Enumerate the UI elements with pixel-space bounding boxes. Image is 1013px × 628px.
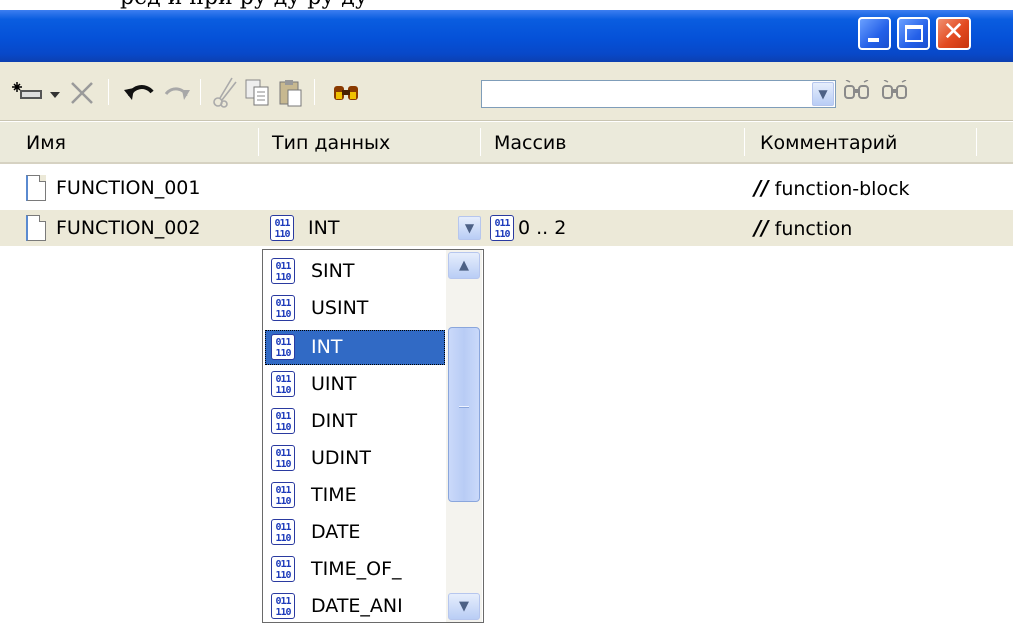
column-divider[interactable]: [744, 128, 745, 156]
column-divider[interactable]: [258, 128, 259, 156]
column-name[interactable]: Имя: [18, 122, 66, 162]
list-item[interactable]: 011 110 TIME: [265, 478, 445, 513]
search-input[interactable]: [482, 81, 800, 107]
new-var-icon[interactable]: [12, 82, 46, 104]
column-divider[interactable]: [976, 128, 977, 156]
redo-icon[interactable]: [162, 82, 192, 104]
delete-icon[interactable]: [68, 79, 96, 107]
row-name: FUNCTION_002: [56, 217, 201, 239]
list-item[interactable]: 011 110 USINT: [265, 291, 445, 326]
toolbar: ▼: [0, 62, 1013, 121]
scroll-down-button[interactable]: ▼: [448, 593, 480, 620]
scroll-thumb[interactable]: [448, 327, 480, 502]
data-type-icon: 011 110: [271, 371, 295, 397]
list-item[interactable]: 011 110 UINT: [265, 367, 445, 402]
close-button[interactable]: ✕: [936, 17, 971, 50]
find-prev-icon[interactable]: [842, 80, 872, 106]
type-combobox[interactable]: 011 110 INT ▼: [264, 211, 484, 245]
search-dropdown-button[interactable]: ▼: [812, 82, 834, 106]
comment-marker: //: [754, 216, 769, 240]
document-text-strip: ред и при ру ду ру ду: [0, 0, 1013, 10]
toolbar-separator: [200, 79, 201, 105]
document-icon: [26, 215, 46, 241]
data-type-icon: 011 110: [271, 519, 295, 545]
data-type-icon: 011 110: [271, 334, 295, 360]
list-item[interactable]: 011 110 DINT: [265, 404, 445, 439]
chevron-down-icon: ▼: [459, 599, 469, 614]
find-next-icon[interactable]: [880, 80, 910, 106]
column-array[interactable]: Массив: [486, 122, 566, 162]
column-divider[interactable]: [480, 128, 481, 156]
type-combobox-button[interactable]: ▼: [458, 216, 481, 240]
document-text: ред и при ру ду ру ду: [120, 0, 368, 10]
toolbar-separator: [314, 79, 315, 105]
type-dropdown-list: 011 110 SINT 011 110 USINT 011 110 INT 011 1…: [262, 249, 484, 623]
data-type-icon: 011 110: [271, 258, 295, 284]
row-comment: function-block: [774, 178, 910, 200]
chevron-down-icon: ▼: [464, 221, 475, 235]
scroll-up-button[interactable]: ▲: [448, 252, 480, 279]
minimize-icon: [868, 38, 879, 42]
column-comment[interactable]: Комментарий: [752, 122, 897, 162]
scrollbar[interactable]: ▲ ▼: [446, 250, 482, 622]
minimize-button[interactable]: [858, 17, 891, 50]
data-type-icon: 011 110: [271, 295, 295, 321]
list-item[interactable]: 011 110 TIME_OF_: [265, 552, 445, 587]
close-icon: ✕: [942, 17, 965, 47]
list-item[interactable]: 011 110 DATE_ANI: [265, 589, 445, 622]
data-type-icon: 011 110: [271, 445, 295, 471]
chevron-up-icon: ▲: [459, 258, 469, 273]
table-row-selected[interactable]: FUNCTION_002 011 110 0 .. 2 // function: [0, 210, 1013, 246]
find-icon[interactable]: [330, 82, 364, 104]
cut-icon[interactable]: [210, 76, 240, 108]
maximize-icon: [905, 25, 923, 42]
undo-icon[interactable]: [122, 80, 156, 104]
comment-cell: // function-block: [754, 170, 910, 206]
array-type-icon: 011 110: [490, 215, 514, 241]
search-field[interactable]: ▼: [481, 80, 836, 108]
copy-icon[interactable]: [244, 78, 272, 108]
list-item-selected[interactable]: 011 110 INT: [265, 330, 445, 365]
comment-cell: // function: [754, 210, 852, 246]
data-type-icon: 011 110: [271, 556, 295, 582]
table-row[interactable]: FUNCTION_001 // function-block: [0, 170, 1013, 206]
window-titlebar[interactable]: ✕: [0, 10, 1013, 62]
toolbar-separator: [108, 79, 109, 105]
scroll-grip: [459, 406, 469, 408]
comment-marker: //: [754, 176, 769, 200]
data-type-icon: 011 110: [271, 593, 295, 619]
dropdown-arrow-icon[interactable]: [50, 92, 60, 98]
chevron-down-icon: ▼: [818, 87, 828, 101]
row-comment: function: [774, 218, 853, 240]
column-header: Имя Тип данных Массив Комментарий: [0, 122, 1013, 164]
paste-icon[interactable]: [278, 78, 304, 108]
row-array[interactable]: 0 .. 2: [518, 210, 566, 246]
type-combobox-value[interactable]: INT: [308, 211, 339, 245]
column-type[interactable]: Тип данных: [264, 122, 390, 162]
data-type-icon: 011 110: [270, 215, 294, 241]
maximize-button[interactable]: [897, 17, 930, 50]
document-icon: [26, 175, 46, 201]
list-item[interactable]: 011 110 DATE: [265, 515, 445, 550]
list-item[interactable]: 011 110 SINT: [265, 254, 445, 289]
list-item[interactable]: 011 110 UDINT: [265, 441, 445, 476]
data-type-icon: 011 110: [271, 408, 295, 434]
data-type-icon: 011 110: [271, 482, 295, 508]
row-name: FUNCTION_001: [56, 177, 201, 199]
